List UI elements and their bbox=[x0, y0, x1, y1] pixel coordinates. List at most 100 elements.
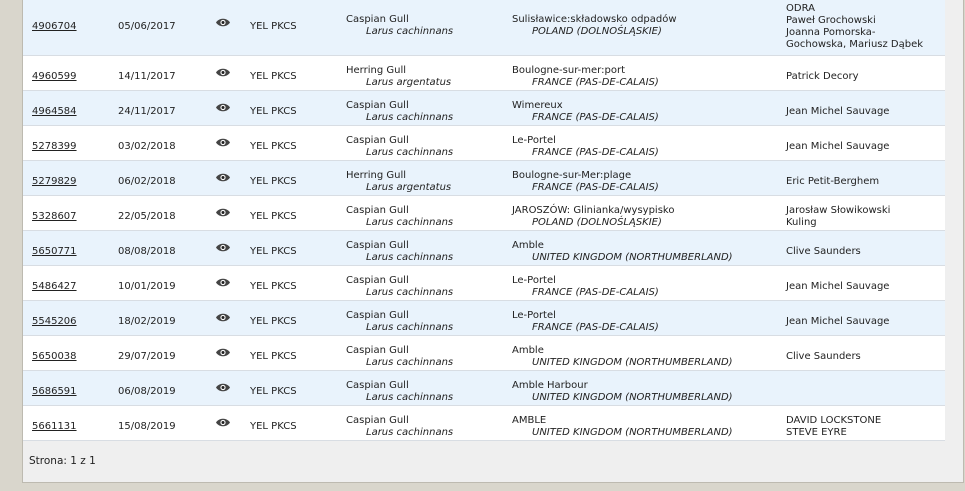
observation-id-link[interactable]: 5486427 bbox=[32, 281, 77, 293]
table-row: 4960599 14/11/2017 YEL PKCS Herring Gull Lar… bbox=[23, 56, 945, 91]
location-place: Le-Portel bbox=[512, 135, 556, 146]
observation-id-link[interactable]: 4960599 bbox=[32, 71, 77, 83]
species-latin-name: Larus cachinnans bbox=[366, 252, 454, 263]
observation-date: 18/02/2019 bbox=[118, 316, 176, 327]
observation-id-link[interactable]: 5650771 bbox=[32, 246, 77, 258]
observation-id-link[interactable]: 5686591 bbox=[32, 386, 77, 398]
eye-icon[interactable] bbox=[215, 17, 231, 27]
observation-id-link[interactable]: 5278399 bbox=[32, 141, 77, 153]
observation-id-link[interactable]: 4964584 bbox=[32, 106, 77, 118]
observer-name: Jean Michel Sauvage bbox=[786, 106, 890, 117]
location-place: Amble bbox=[512, 345, 544, 356]
species-latin-name: Larus argentatus bbox=[366, 77, 452, 88]
location-cell: Amble UNITED KINGDOM (NORTHUMBERLAND) bbox=[512, 345, 733, 369]
location-place: Le-Portel bbox=[512, 310, 556, 321]
location-place: Boulogne-sur-Mer:plage bbox=[512, 170, 632, 181]
observers-cell: Clive Saunders bbox=[786, 246, 861, 258]
species-cell: Caspian Gull Larus cachinnans bbox=[346, 14, 453, 38]
table-footer: Strona: 1 z 1 bbox=[23, 441, 945, 482]
observation-id-link[interactable]: 5661131 bbox=[32, 421, 77, 433]
observation-date: 05/06/2017 bbox=[118, 21, 176, 32]
observations-panel: 4906704 05/06/2017 YEL PKCS Caspian Gull Lar… bbox=[22, 0, 964, 483]
location-country: UNITED KINGDOM (NORTHUMBERLAND) bbox=[532, 427, 733, 438]
location-place: JAROSZÓW: Glinianka/wysypisko bbox=[512, 205, 675, 216]
observation-id-link[interactable]: 5328607 bbox=[32, 211, 77, 223]
eye-icon[interactable] bbox=[215, 417, 231, 427]
location-place: Wimereux bbox=[512, 100, 563, 111]
eye-icon[interactable] bbox=[215, 172, 231, 182]
observation-id-link[interactable]: 5650038 bbox=[32, 351, 77, 363]
ring-code: YEL PKCS bbox=[250, 316, 297, 327]
observers-cell: Jarosław Słowikowski Kuling bbox=[786, 205, 890, 229]
species-latin-name: Larus cachinnans bbox=[366, 112, 454, 123]
species-cell: Caspian Gull Larus cachinnans bbox=[346, 240, 453, 264]
observer-name: DAVID LOCKSTONE bbox=[786, 415, 882, 426]
eye-icon[interactable] bbox=[215, 277, 231, 287]
species-cell: Caspian Gull Larus cachinnans bbox=[346, 345, 453, 369]
ring-code: YEL PKCS bbox=[250, 71, 297, 82]
observer-name: Joanna Pomorska- bbox=[786, 27, 876, 38]
eye-icon[interactable] bbox=[215, 102, 231, 112]
location-cell: Boulogne-sur-mer:port FRANCE (PAS-DE-CALA… bbox=[512, 65, 659, 89]
location-cell: Le-Portel FRANCE (PAS-DE-CALAIS) bbox=[512, 310, 659, 334]
table-row: 5686591 06/08/2019 YEL PKCS Caspian Gull Lar… bbox=[23, 371, 945, 406]
observers-cell: Clive Saunders bbox=[786, 351, 861, 363]
species-cell: Caspian Gull Larus cachinnans bbox=[346, 380, 453, 404]
ring-code: YEL PKCS bbox=[250, 386, 297, 397]
location-country: FRANCE (PAS-DE-CALAIS) bbox=[532, 77, 659, 88]
location-country: FRANCE (PAS-DE-CALAIS) bbox=[532, 287, 659, 298]
table-row: 5278399 03/02/2018 YEL PKCS Caspian Gull Lar… bbox=[23, 126, 945, 161]
eye-icon[interactable] bbox=[215, 137, 231, 147]
location-country: UNITED KINGDOM (NORTHUMBERLAND) bbox=[532, 392, 733, 403]
species-cell: Caspian Gull Larus cachinnans bbox=[346, 415, 453, 439]
observation-date: 10/01/2019 bbox=[118, 281, 176, 292]
location-place: Sulisławice:składowsko odpadów bbox=[512, 14, 677, 25]
table-row: 5661131 15/08/2019 YEL PKCS Caspian Gull Lar… bbox=[23, 406, 945, 441]
location-cell: Le-Portel FRANCE (PAS-DE-CALAIS) bbox=[512, 275, 659, 299]
ring-code: YEL PKCS bbox=[250, 281, 297, 292]
eye-icon[interactable] bbox=[215, 312, 231, 322]
observation-id-link[interactable]: 5279829 bbox=[32, 176, 77, 188]
species-cell: Caspian Gull Larus cachinnans bbox=[346, 100, 453, 124]
location-country: FRANCE (PAS-DE-CALAIS) bbox=[532, 182, 659, 193]
species-latin-name: Larus cachinnans bbox=[366, 427, 454, 438]
location-cell: Amble Harbour UNITED KINGDOM (NORTHUMBERL… bbox=[512, 380, 733, 404]
species-latin-name: Larus argentatus bbox=[366, 182, 452, 193]
location-country: POLAND (DOLNOŚLĄSKIE) bbox=[532, 217, 662, 228]
eye-icon[interactable] bbox=[215, 67, 231, 77]
species-name: Caspian Gull bbox=[346, 240, 409, 251]
observation-date: 06/02/2018 bbox=[118, 176, 176, 187]
observer-name: Jean Michel Sauvage bbox=[786, 141, 890, 152]
location-cell: Boulogne-sur-Mer:plage FRANCE (PAS-DE-CAL… bbox=[512, 170, 659, 194]
observer-name: Patrick Decory bbox=[786, 71, 859, 82]
observer-name: Jean Michel Sauvage bbox=[786, 316, 890, 327]
species-cell: Caspian Gull Larus cachinnans bbox=[346, 275, 453, 299]
ring-code: YEL PKCS bbox=[250, 176, 297, 187]
ring-code: YEL PKCS bbox=[250, 246, 297, 257]
ring-code: YEL PKCS bbox=[250, 211, 297, 222]
observer-name: Clive Saunders bbox=[786, 351, 861, 362]
observation-id-link[interactable]: 4906704 bbox=[32, 21, 77, 33]
observers-cell: Jean Michel Sauvage bbox=[786, 281, 889, 293]
species-latin-name: Larus cachinnans bbox=[366, 26, 454, 37]
observation-date: 08/08/2018 bbox=[118, 246, 176, 257]
table-row: 5650038 29/07/2019 YEL PKCS Caspian Gull Lar… bbox=[23, 336, 945, 371]
species-name: Caspian Gull bbox=[346, 275, 409, 286]
observer-name: Jean Michel Sauvage bbox=[786, 281, 890, 292]
eye-icon[interactable] bbox=[215, 382, 231, 392]
observer-name: Kuling bbox=[786, 217, 817, 228]
observer-name: Jarosław Słowikowski bbox=[786, 205, 891, 216]
eye-icon[interactable] bbox=[215, 242, 231, 252]
eye-icon[interactable] bbox=[215, 347, 231, 357]
location-place: AMBLE bbox=[512, 415, 547, 426]
eye-icon[interactable] bbox=[215, 207, 231, 217]
species-name: Caspian Gull bbox=[346, 345, 409, 356]
location-country: FRANCE (PAS-DE-CALAIS) bbox=[532, 147, 659, 158]
observation-id-link[interactable]: 5545206 bbox=[32, 316, 77, 328]
species-name: Caspian Gull bbox=[346, 310, 409, 321]
location-place: Le-Portel bbox=[512, 275, 556, 286]
species-latin-name: Larus cachinnans bbox=[366, 357, 454, 368]
ring-code: YEL PKCS bbox=[250, 141, 297, 152]
ring-code: YEL PKCS bbox=[250, 21, 297, 32]
observers-cell: Patrick Decory bbox=[786, 71, 859, 83]
